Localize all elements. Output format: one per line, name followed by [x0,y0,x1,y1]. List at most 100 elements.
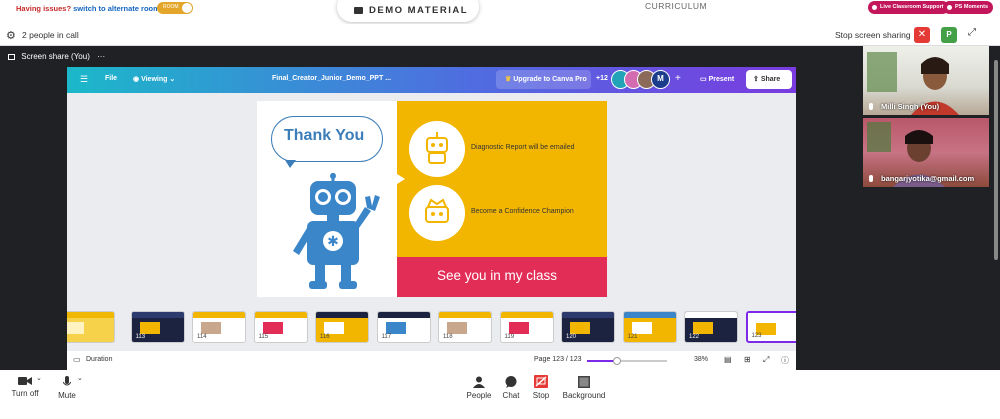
upgrade-button[interactable]: ♛ Upgrade to Canva Pro [496,70,591,89]
thumbnail-number: 114 [197,334,207,340]
curriculum-tab[interactable]: CURRICULUM [645,1,707,11]
thumbnail-graphic [262,322,283,334]
thumbnail-graphic [324,322,344,334]
thumbnail-number: 115 [258,334,269,340]
support-icon [872,5,877,10]
thumbnail-number: 116 [320,334,330,340]
demo-material-button[interactable]: DEMO MATERIAL [337,0,479,22]
help-icon[interactable]: ⓘ [781,355,789,366]
top-banner: Having issues? switch to alternate room … [0,0,1000,24]
issues-text: Having issues? [16,4,72,13]
upgrade-label: Upgrade to Canva Pro [513,76,587,83]
fullscreen-icon[interactable]: ⤢ [968,27,976,38]
thumbnail-header [316,312,368,318]
thumbnail-header [747,313,796,319]
thumbnail-header [685,312,737,318]
share-button[interactable]: ⇪ Share [746,70,792,89]
slide-thumbnail[interactable] [67,311,115,343]
thank-you-text: Thank You [284,127,365,144]
thumbnail-number: 117 [381,334,392,340]
avatar: M [651,70,670,89]
stop-sharing-button[interactable]: ✕ [914,27,930,43]
alternate-room-link[interactable]: switch to alternate room [73,4,160,13]
participant-tile[interactable]: bangarjyotika@gmail.com [863,118,989,187]
thumbnail-graphic [508,322,529,334]
thumbnail-number: 120 [566,334,577,340]
background-icon [578,376,590,388]
chevron-down-icon[interactable]: ⌄ [77,374,83,382]
mic-icon [63,376,71,386]
slide-thumbnail[interactable]: 113 [130,311,185,343]
document-title[interactable]: Final_Creator_Junior_Demo_PPT ... [272,75,391,82]
present-button[interactable]: ▭ Present [693,70,741,89]
moments-icon [947,5,952,10]
room-toggle-label: ROOM [163,4,179,10]
thumbnail-number: 118 [443,334,453,340]
participant-name: bangarjyotika@gmail.com [881,174,975,183]
room-toggle[interactable]: ROOM [157,2,193,14]
share-icon: ⇪ [753,76,761,83]
zoom-slider[interactable] [587,357,667,365]
panel-notch [397,174,405,184]
mute-button[interactable]: Mute [56,376,78,400]
slide-thumbnail[interactable]: 123 [745,311,796,343]
camera-icon [18,377,32,385]
screen-share-header: Screen share (You) ··· [8,52,105,61]
robot-illustration: ✱ [293,173,380,289]
zoom-slider-knob[interactable] [613,357,622,365]
thumbnail-header [500,312,553,318]
canva-footer: ▭ Duration Page 123 / 123 38% ▤ ⊞ ⤢ ⓘ [67,351,796,370]
slide-thumbnail[interactable]: 118 [438,311,492,343]
issues-notice: Having issues? switch to alternate room [16,4,160,13]
share-label: Share [760,76,781,83]
mic-icon [869,175,873,182]
page-view-icon[interactable]: ▤ [724,355,732,364]
person-icon [473,376,485,388]
people-count: 2 people in call [22,30,79,40]
slide-thumbnail[interactable]: 119 [499,311,554,343]
present-icon: ▭ [700,76,709,83]
grid-view-icon[interactable]: ⊞ [744,355,751,364]
live-support-button[interactable]: Live Classroom Support [868,1,949,14]
slide-thumbnail[interactable]: 116 [315,311,369,343]
chat-icon [505,376,517,388]
fullscreen-icon[interactable]: ⤢ [763,355,769,365]
gear-icon[interactable]: ⚙ [6,29,16,42]
stop-sharing-label[interactable]: Stop screen sharing [835,30,911,40]
more-options-icon[interactable]: ··· [97,52,105,61]
canva-toolbar: ☰ File ◉ Viewing ⌄ Final_Creator_Junior_… [67,67,796,93]
thumbnail-number: 113 [135,334,146,340]
scrollbar[interactable] [994,60,998,260]
p-badge-button[interactable]: P [941,27,957,43]
thumbnail-number: 121 [627,334,638,340]
page-indicator: Page 123 / 123 [534,356,582,363]
notes-icon[interactable]: ▭ [73,355,81,364]
participant-tile[interactable]: Milli Singh (You) [863,46,989,115]
thumbnail-graphic [570,322,590,334]
slide-thumbnail[interactable]: 117 [376,311,431,343]
chat-label: Chat [502,391,520,400]
thumbnail-header [193,312,245,318]
slide-thumbnail[interactable]: 114 [192,311,246,343]
folder-icon [354,7,363,14]
mute-label: Mute [58,391,76,400]
background-button[interactable]: Background [561,376,607,400]
people-button[interactable]: People [465,376,493,400]
chat-button[interactable]: Chat [499,376,523,400]
viewing-mode[interactable]: ◉ Viewing ⌄ [133,75,175,83]
stop-share-button[interactable]: Stop [530,375,552,400]
slide-thumbnail[interactable]: 122 [684,311,738,343]
hamburger-icon[interactable]: ☰ [80,74,88,85]
add-collaborator-icon[interactable]: + [675,73,681,84]
slide-thumbnail[interactable]: 115 [253,311,308,343]
viewing-label: Viewing [141,76,168,83]
file-menu[interactable]: File [105,75,117,82]
duration-button[interactable]: Duration [86,356,112,363]
ps-moments-button[interactable]: PS Moments [943,1,994,14]
mic-icon [869,103,873,110]
thumbnail-header [562,312,614,318]
collaborator-avatars[interactable]: +12 M + [592,70,689,89]
slide-thumbnail[interactable]: 120 [561,311,615,343]
chevron-down-icon[interactable]: ⌄ [36,374,42,382]
slide-thumbnail[interactable]: 121 [622,311,677,343]
